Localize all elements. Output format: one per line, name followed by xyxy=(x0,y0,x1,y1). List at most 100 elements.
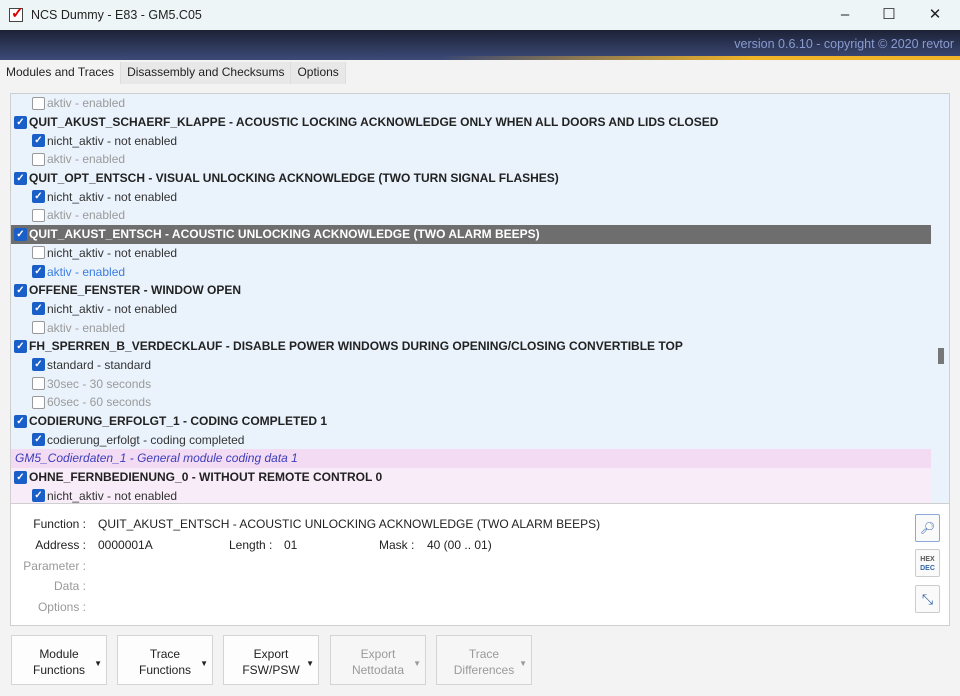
function-row[interactable]: QUIT_AKUST_ENTSCH - ACOUSTIC UNLOCKING A… xyxy=(11,224,931,244)
dropdown-arrow-icon[interactable]: ▼ xyxy=(413,656,421,672)
option-row[interactable]: 30sec - 30 seconds xyxy=(11,374,949,393)
option-row[interactable]: nicht_aktiv - not enabled xyxy=(11,300,949,319)
row-label: codierung_erfolgt - coding completed xyxy=(47,432,245,447)
checkbox[interactable] xyxy=(32,302,45,316)
group-header[interactable]: GM5_Codierdaten_1 - General module codin… xyxy=(11,449,931,468)
button-line-1: Export xyxy=(253,647,289,661)
checkbox[interactable] xyxy=(32,265,45,279)
checkbox[interactable] xyxy=(14,339,27,353)
dropdown-arrow-icon[interactable]: ▼ xyxy=(306,656,314,672)
button-line-1: Trace xyxy=(468,647,500,661)
option-row[interactable]: aktiv - enabled xyxy=(11,318,949,337)
checkbox[interactable] xyxy=(32,395,45,409)
checkbox[interactable] xyxy=(32,433,45,447)
checkbox[interactable] xyxy=(32,489,45,503)
function-row[interactable]: QUIT_OPT_ENTSCH - VISUAL UNLOCKING ACKNO… xyxy=(11,169,949,188)
button-line-2: FSW/PSW xyxy=(242,663,300,677)
action-button-trace-functions[interactable]: Trace Functions ▼ xyxy=(117,635,213,685)
checkbox[interactable] xyxy=(32,96,45,110)
function-row[interactable]: OHNE_FERNBEDIENUNG_0 - WITHOUT REMOTE CO… xyxy=(11,467,931,487)
checkbox[interactable] xyxy=(32,190,45,204)
function-list[interactable]: aktiv - enabled QUIT_AKUST_SCHAERF_KLAPPE… xyxy=(10,93,950,504)
action-button-export-fsw-psw[interactable]: Export FSW/PSW ▼ xyxy=(223,635,319,685)
row-label: QUIT_AKUST_ENTSCH - ACOUSTIC UNLOCKING A… xyxy=(29,227,540,242)
action-button-trace-differences[interactable]: Trace Differences ▼ xyxy=(436,635,532,685)
banner-stripe xyxy=(440,56,960,60)
row-label: GM5_Codierdaten_1 - General module codin… xyxy=(15,451,298,466)
checkbox[interactable] xyxy=(14,227,27,241)
row-label: nicht_aktiv - not enabled xyxy=(47,189,178,204)
tab-modules-and-traces[interactable]: Modules and Traces xyxy=(0,62,122,84)
row-label: nicht_aktiv - not enabled xyxy=(47,133,178,148)
function-row[interactable]: CODIERUNG_ERFOLGT_1 - CODING COMPLETED 1 xyxy=(11,412,949,431)
dropdown-arrow-icon[interactable]: ▼ xyxy=(200,656,208,672)
search-button[interactable]: 🔎︎ xyxy=(915,514,940,542)
length-label: Length : xyxy=(229,538,273,552)
button-line-2: Functions xyxy=(138,663,192,677)
action-button-export-nettodata[interactable]: Export Nettodata ▼ xyxy=(330,635,426,685)
option-row[interactable]: aktiv - enabled xyxy=(11,262,949,281)
close-button[interactable]: ✕ xyxy=(912,0,958,30)
checkbox[interactable] xyxy=(14,283,27,297)
details-panel: Function : QUIT_AKUST_ENTSCH - ACOUSTIC … xyxy=(10,503,950,626)
address-value: 0000001A xyxy=(98,538,153,552)
checkbox[interactable] xyxy=(14,470,27,484)
window-title: NCS Dummy - E83 - GM5.C05 xyxy=(31,8,202,22)
option-row[interactable]: nicht_aktiv - not enabled xyxy=(11,187,949,206)
banner: version 0.6.10 - copyright © 2020 revtor xyxy=(0,30,960,60)
maximize-button[interactable]: ☐ xyxy=(866,0,912,30)
row-label: 60sec - 60 seconds xyxy=(47,395,152,410)
row-label: nicht_aktiv - not enabled xyxy=(47,488,178,503)
dropdown-arrow-icon[interactable]: ▼ xyxy=(519,656,527,672)
dec-label: DEC xyxy=(920,565,935,572)
option-row[interactable]: aktiv - enabled xyxy=(11,150,949,169)
scrollbar[interactable] xyxy=(933,94,949,503)
row-label: aktiv - enabled xyxy=(47,320,126,335)
option-row[interactable]: aktiv - enabled xyxy=(11,206,949,225)
row-label: CODIERUNG_ERFOLGT_1 - CODING COMPLETED 1 xyxy=(29,414,328,429)
option-row[interactable]: 60sec - 60 seconds xyxy=(11,393,949,412)
row-label: OHNE_FERNBEDIENUNG_0 - WITHOUT REMOTE CO… xyxy=(29,470,383,485)
address-label: Address : xyxy=(35,538,86,552)
option-row[interactable]: codierung_erfolgt - coding completed xyxy=(11,430,949,449)
option-row[interactable]: standard - standard xyxy=(11,356,949,375)
search-icon: 🔎︎ xyxy=(919,521,936,535)
checkbox[interactable] xyxy=(14,414,27,428)
scrollbar-thumb[interactable] xyxy=(938,348,944,364)
checkbox[interactable] xyxy=(14,171,27,185)
checkbox[interactable] xyxy=(32,358,45,372)
data-label: Data : xyxy=(53,579,86,593)
option-row[interactable]: nicht_aktiv - not enabled xyxy=(11,486,931,503)
title-bar: NCS Dummy - E83 - GM5.C05 – ☐ ✕ xyxy=(0,0,960,30)
function-row[interactable]: QUIT_AKUST_SCHAERF_KLAPPE - ACOUSTIC LOC… xyxy=(11,113,949,132)
row-label: aktiv - enabled xyxy=(47,152,126,167)
button-line-2: Differences xyxy=(453,663,515,677)
version-text: version 0.6.10 - copyright © 2020 revtor xyxy=(734,37,954,51)
button-line-1: Trace xyxy=(149,647,181,661)
checkbox[interactable] xyxy=(32,246,45,260)
checkbox[interactable] xyxy=(32,321,45,335)
checkbox[interactable] xyxy=(32,152,45,166)
checkbox[interactable] xyxy=(32,208,45,222)
option-row[interactable]: aktiv - enabled xyxy=(11,94,949,113)
checkbox[interactable] xyxy=(14,115,27,129)
app-icon xyxy=(9,4,24,22)
checkbox[interactable] xyxy=(32,377,45,391)
function-row[interactable]: FH_SPERREN_B_VERDECKLAUF - DISABLE POWER… xyxy=(11,337,949,356)
hex-dec-toggle-button[interactable]: HEX DEC xyxy=(915,549,940,577)
row-label: FH_SPERREN_B_VERDECKLAUF - DISABLE POWER… xyxy=(29,339,683,354)
hex-label: HEX xyxy=(920,556,935,563)
row-label: 30sec - 30 seconds xyxy=(47,376,152,391)
tab-options[interactable]: Options xyxy=(291,62,346,84)
option-row[interactable]: nicht_aktiv - not enabled xyxy=(11,131,949,150)
option-row[interactable]: nicht_aktiv - not enabled xyxy=(11,244,949,263)
expand-button[interactable]: ⤡ xyxy=(915,585,940,613)
minimize-button[interactable]: – xyxy=(822,0,868,30)
tab-bar: Modules and Traces Disassembly and Check… xyxy=(0,62,346,84)
action-button-module-functions[interactable]: Module Functions ▼ xyxy=(11,635,107,685)
checkbox[interactable] xyxy=(32,134,45,148)
tab-disassembly-and-checksums[interactable]: Disassembly and Checksums xyxy=(121,62,292,84)
function-row[interactable]: OFFENE_FENSTER - WINDOW OPEN xyxy=(11,281,949,300)
dropdown-arrow-icon[interactable]: ▼ xyxy=(94,656,102,672)
resize-diagonal-icon: ⤡ xyxy=(921,591,934,607)
